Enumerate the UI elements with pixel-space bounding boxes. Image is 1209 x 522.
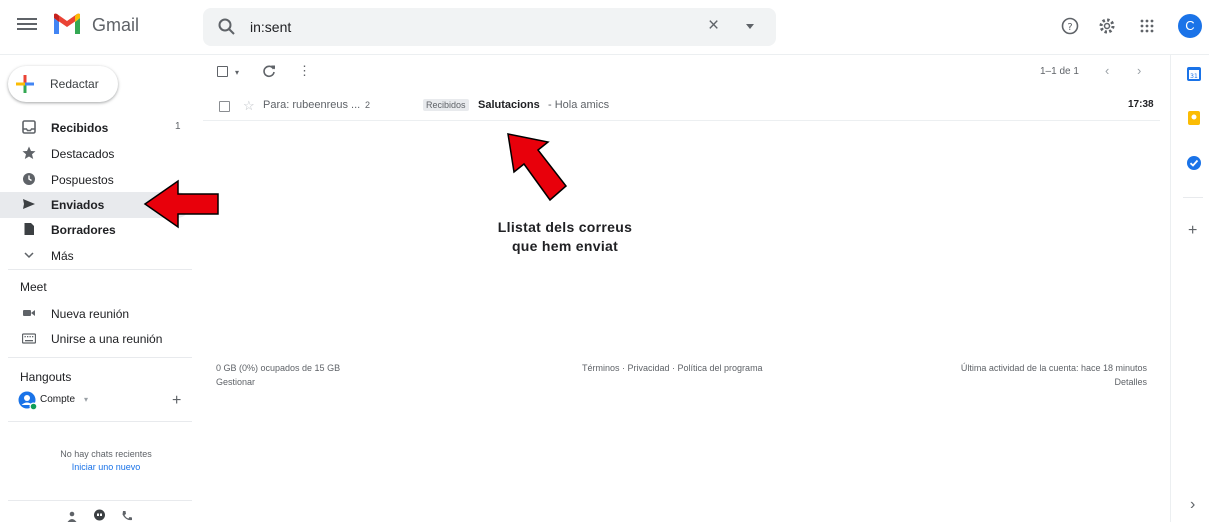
next-page-icon[interactable]: › xyxy=(1137,63,1141,78)
sidebar-item-label: Más xyxy=(51,249,74,263)
phone-icon[interactable] xyxy=(121,510,133,522)
label-badge[interactable]: Recibidos xyxy=(423,99,469,111)
email-snippet: - Hola amics xyxy=(548,99,610,111)
svg-text:31: 31 xyxy=(1190,73,1198,80)
main-menu-icon[interactable] xyxy=(17,15,37,35)
last-activity: Última actividad de la cuenta: hace 18 m… xyxy=(960,363,1147,373)
sidebar-item-starred[interactable]: Destacados xyxy=(0,141,200,167)
user-avatar-icon xyxy=(18,391,38,411)
meet-new-label: Nueva reunión xyxy=(51,307,130,321)
tasks-icon[interactable] xyxy=(1186,155,1202,171)
dropdown-caret-icon: ▾ xyxy=(84,395,89,404)
hangouts-account-name: Compte xyxy=(40,394,76,405)
inbox-icon xyxy=(22,120,36,134)
previous-page-icon[interactable]: ‹ xyxy=(1105,63,1109,78)
hangouts-chat-icon[interactable] xyxy=(93,509,106,522)
unread-count: 1 xyxy=(175,121,181,132)
select-all-checkbox[interactable] xyxy=(217,66,228,77)
email-subject: Salutacions xyxy=(478,99,540,111)
sidebar-item-label: Destacados xyxy=(51,147,115,161)
compose-button[interactable]: Redactar xyxy=(8,66,118,102)
sidebar-item-more[interactable]: Más xyxy=(0,243,200,269)
account-avatar[interactable]: C xyxy=(1178,14,1202,38)
sidebar-item-label: Borradores xyxy=(51,223,116,237)
clear-search-icon[interactable]: × xyxy=(708,15,719,37)
annotation-arrow-sent xyxy=(143,179,219,229)
divider xyxy=(8,269,192,270)
calendar-icon[interactable]: 31 xyxy=(1186,66,1202,82)
annotation-line-1: Llistat dels correus xyxy=(497,219,633,235)
settings-gear-icon[interactable] xyxy=(1096,15,1118,37)
compose-plus-icon xyxy=(16,75,34,93)
no-chats-text: No hay chats recientes xyxy=(60,449,152,459)
compose-label: Redactar xyxy=(50,77,99,91)
video-camera-icon xyxy=(23,310,35,316)
search-input[interactable]: in:sent xyxy=(250,19,291,35)
add-addon-plus-icon[interactable]: + xyxy=(1188,222,1197,240)
sidebar-item-label: Recibidos xyxy=(51,121,109,135)
email-recipient: Para: rubeenreus ... xyxy=(263,99,361,111)
expand-panel-chevron-icon[interactable]: › xyxy=(1190,496,1195,514)
sidebar-item-inbox[interactable]: Recibidos 1 xyxy=(0,115,200,141)
meet-heading: Meet xyxy=(20,280,47,294)
sidebar-item-label: Enviados xyxy=(51,198,105,212)
divider xyxy=(8,500,192,501)
apps-grid-icon[interactable] xyxy=(1136,15,1158,37)
thread-count: 2 xyxy=(365,100,371,110)
star-outline-icon[interactable]: ☆ xyxy=(243,98,255,114)
email-row[interactable]: ☆ Para: rubeenreus ... 2 Recibidos Salut… xyxy=(203,91,1160,121)
manage-storage-link[interactable]: Gestionar xyxy=(216,377,255,387)
send-icon xyxy=(23,199,35,209)
more-options-icon[interactable]: ⋮ xyxy=(298,63,311,79)
divider xyxy=(8,421,192,422)
annotation-caption: Llistat dels correus que hem enviat xyxy=(475,218,655,256)
svg-text:?: ? xyxy=(1067,22,1072,33)
top-bar: Gmail in:sent × ? C xyxy=(0,0,1209,55)
chevron-down-icon xyxy=(24,252,34,259)
side-panel-divider xyxy=(1183,197,1203,198)
search-bar[interactable]: in:sent × xyxy=(203,8,776,46)
meet-join-label: Unirse a una reunión xyxy=(51,332,163,346)
hangouts-heading: Hangouts xyxy=(20,370,72,384)
draft-icon xyxy=(24,223,34,235)
footer-links[interactable]: Términos · Privacidad · Política del pro… xyxy=(582,363,763,373)
new-conversation-plus-icon[interactable]: + xyxy=(172,392,181,410)
help-icon[interactable]: ? xyxy=(1059,15,1081,37)
annotation-arrow-list xyxy=(507,133,568,202)
refresh-icon[interactable] xyxy=(262,64,276,78)
app-name: Gmail xyxy=(92,15,140,35)
hangouts-account-selector[interactable]: Compte ▾ xyxy=(18,391,198,411)
activity-details-link[interactable]: Detalles xyxy=(930,377,1147,387)
row-checkbox[interactable] xyxy=(219,101,230,112)
select-dropdown-icon[interactable]: ▾ xyxy=(235,68,239,77)
star-icon xyxy=(22,146,36,159)
sidebar-item-label: Pospuestos xyxy=(51,173,114,187)
meet-join-meeting[interactable]: Unirse a una reunión xyxy=(0,326,200,352)
contacts-person-icon[interactable] xyxy=(66,510,78,522)
pagination-range: 1–1 de 1 xyxy=(1040,66,1079,77)
meet-new-meeting[interactable]: Nueva reunión xyxy=(0,301,200,327)
storage-usage: 0 GB (0%) ocupados de 15 GB xyxy=(216,363,341,373)
annotation-line-2: que hem enviat xyxy=(511,238,619,254)
email-time: 17:38 xyxy=(1128,99,1154,110)
start-new-chat-link[interactable]: Iniciar uno nuevo xyxy=(20,462,192,472)
gmail-logo-icon[interactable] xyxy=(52,12,82,36)
keyboard-icon xyxy=(22,333,36,344)
clock-icon xyxy=(23,173,35,185)
keep-icon[interactable] xyxy=(1186,110,1202,126)
divider xyxy=(8,357,192,358)
search-options-icon[interactable] xyxy=(746,24,754,29)
search-icon[interactable] xyxy=(217,17,237,37)
